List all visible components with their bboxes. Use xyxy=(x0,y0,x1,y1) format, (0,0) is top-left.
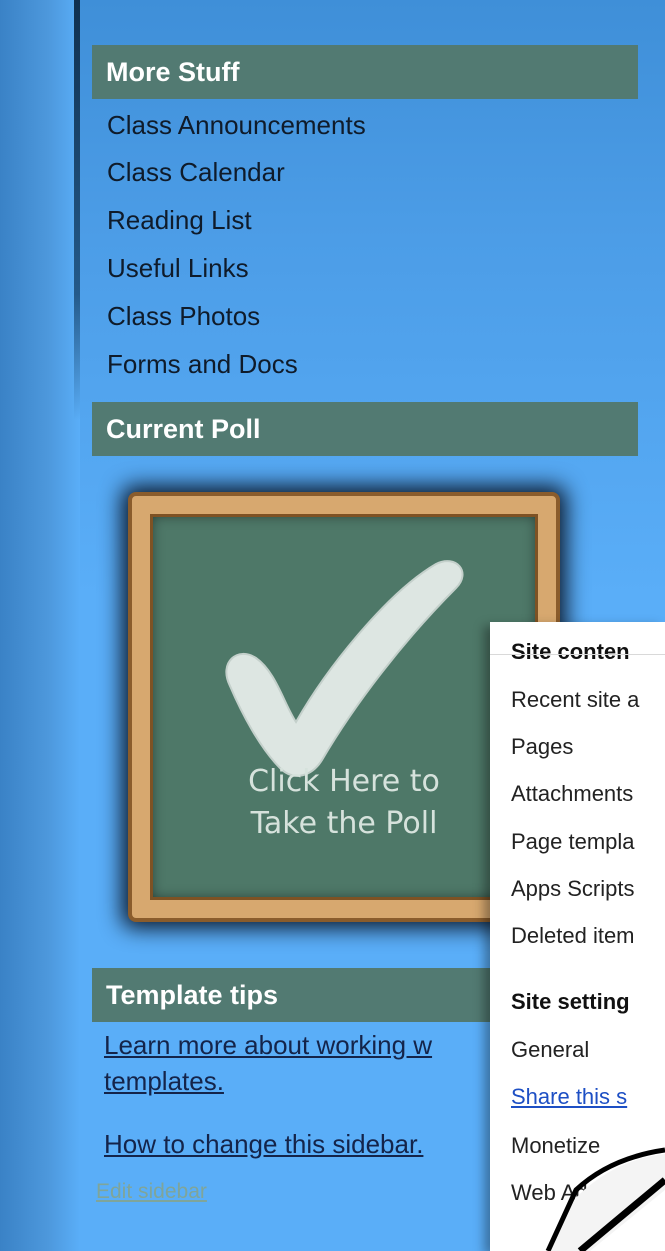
link-class-announcements[interactable]: Class Announcements xyxy=(107,110,366,140)
menu-item-apps-scripts[interactable]: Apps Scripts xyxy=(511,875,635,903)
link-class-calendar[interactable]: Class Calendar xyxy=(107,157,285,187)
poll-text-line1: Click Here to xyxy=(248,764,440,799)
menu-divider xyxy=(490,654,665,655)
page-curl-decoration xyxy=(545,1147,665,1251)
menu-item-attachments[interactable]: Attachments xyxy=(511,780,633,808)
menu-item-pages[interactable]: Pages xyxy=(511,733,573,761)
menu-item-deleted-items[interactable]: Deleted item xyxy=(511,922,635,950)
edit-sidebar-link[interactable]: Edit sidebar xyxy=(96,1180,207,1204)
link-class-photos[interactable]: Class Photos xyxy=(107,301,260,331)
more-stuff-header: More Stuff xyxy=(92,45,638,99)
menu-item-recent-site-activity[interactable]: Recent site a xyxy=(511,686,639,714)
poll-text-line2: Take the Poll xyxy=(250,806,438,841)
link-useful-links[interactable]: Useful Links xyxy=(107,253,249,283)
current-poll-header: Current Poll xyxy=(92,402,638,456)
menu-item-general[interactable]: General xyxy=(511,1036,589,1064)
link-forms-and-docs[interactable]: Forms and Docs xyxy=(107,349,298,379)
learn-templates-link[interactable]: Learn more about working w xyxy=(104,1030,432,1061)
menu-item-share-this-site[interactable]: Share this s xyxy=(511,1083,627,1111)
learn-templates-link-line2[interactable]: templates. xyxy=(104,1066,224,1097)
checkmark-icon xyxy=(225,560,464,777)
link-reading-list[interactable]: Reading List xyxy=(107,205,252,235)
change-sidebar-link[interactable]: How to change this sidebar. xyxy=(104,1129,423,1160)
site-content-heading: Site conten xyxy=(511,639,630,664)
site-settings-heading: Site setting xyxy=(511,989,630,1014)
menu-item-page-templates[interactable]: Page templa xyxy=(511,828,635,856)
